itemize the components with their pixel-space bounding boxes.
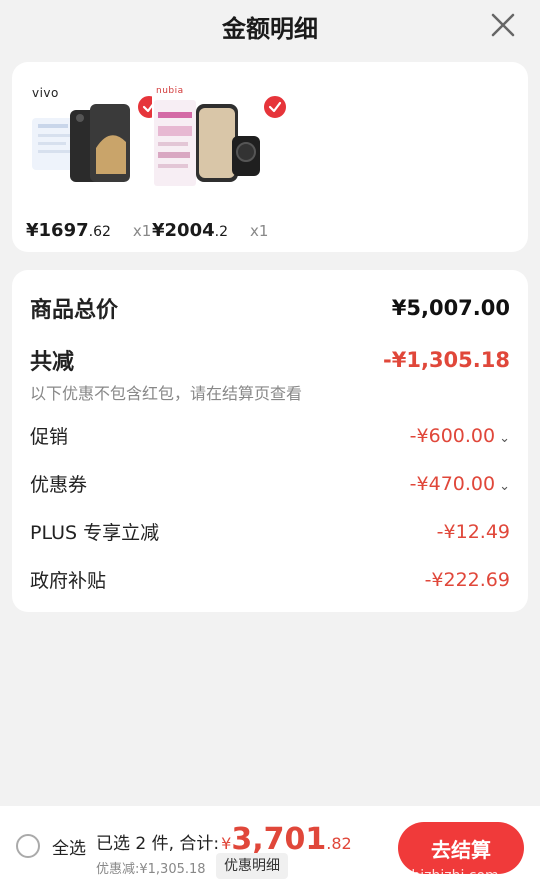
discount-detail-button[interactable]: 优惠明细 xyxy=(216,853,288,879)
order-summary: 已选 2 件, 合计: ¥ 3,701 .82 xyxy=(96,822,352,857)
watermark: zhizhizhi.com xyxy=(404,868,499,884)
total-amount-decimal: .82 xyxy=(326,834,352,853)
product-image: nubia xyxy=(152,78,262,190)
product-qty: x1 xyxy=(249,222,269,240)
chevron-down-icon[interactable]: ⌄ xyxy=(499,479,510,494)
product-card: vivo ¥1697 .62 x1 nubia ¥2004 .2 x1 xyxy=(12,62,528,252)
total-amount: 3,701 xyxy=(231,822,327,857)
total-reduce-row: 共减 -¥1,305.18 xyxy=(30,344,510,376)
discount-note: 以下优惠不包含红包，请在结算页查看 xyxy=(30,384,303,403)
discount-row-coupon[interactable]: 优惠券 -¥470.00 ⌄ xyxy=(30,470,510,497)
total-price-label: 商品总价 xyxy=(30,298,119,323)
currency-symbol: ¥ xyxy=(221,834,232,853)
modal-header: 金额明细 xyxy=(0,0,540,52)
discount-value: -¥470.00 xyxy=(409,472,496,495)
total-reduce-value: -¥1,305.18 xyxy=(383,348,510,372)
product-item[interactable]: vivo ¥1697 .62 x1 xyxy=(26,78,162,241)
discount-label: 促销 xyxy=(30,426,69,448)
discount-label: PLUS 专享立减 xyxy=(30,522,160,544)
discount-row-plus: PLUS 专享立减 -¥12.49 xyxy=(30,518,510,545)
page-title: 金额明细 xyxy=(222,14,318,43)
discount-value: -¥12.49 xyxy=(436,520,510,543)
amount-details-card: 商品总价 ¥5,007.00 共减 -¥1,305.18 以下优惠不包含红包，请… xyxy=(12,270,528,612)
chevron-down-icon[interactable]: ⌄ xyxy=(499,431,510,446)
brand-logo: vivo xyxy=(32,86,59,100)
total-reduce-label: 共减 xyxy=(30,350,75,375)
close-icon[interactable] xyxy=(488,10,518,40)
product-price: ¥2004 .2 x1 xyxy=(152,220,269,241)
total-price-row: 商品总价 ¥5,007.00 xyxy=(30,292,510,324)
selected-count-text: 已选 2 件, 合计: xyxy=(96,834,220,854)
brand-logo: nubia xyxy=(156,86,184,96)
discount-value: -¥222.69 xyxy=(424,568,510,591)
product-image: vivo xyxy=(26,78,136,190)
checkout-button[interactable]: 去结算 xyxy=(398,822,524,874)
product-qty: x1 xyxy=(132,222,152,240)
product-item[interactable]: nubia ¥2004 .2 x1 xyxy=(152,78,288,241)
select-all-radio[interactable] xyxy=(16,834,40,858)
savings-text: 优惠减:¥1,305.18 xyxy=(96,862,206,877)
discount-value: -¥600.00 xyxy=(409,424,496,447)
discount-row-promotion[interactable]: 促销 -¥600.00 ⌄ xyxy=(30,422,510,449)
total-price-value: ¥5,007.00 xyxy=(391,296,510,320)
discount-label: 优惠券 xyxy=(30,474,88,496)
discount-row-subsidy: 政府补贴 -¥222.69 xyxy=(30,566,510,593)
product-price: ¥1697 .62 x1 xyxy=(26,220,152,241)
select-all-label[interactable]: 全选 xyxy=(52,834,86,859)
checkmark-icon[interactable] xyxy=(262,94,288,120)
discount-label: 政府补贴 xyxy=(30,570,107,592)
